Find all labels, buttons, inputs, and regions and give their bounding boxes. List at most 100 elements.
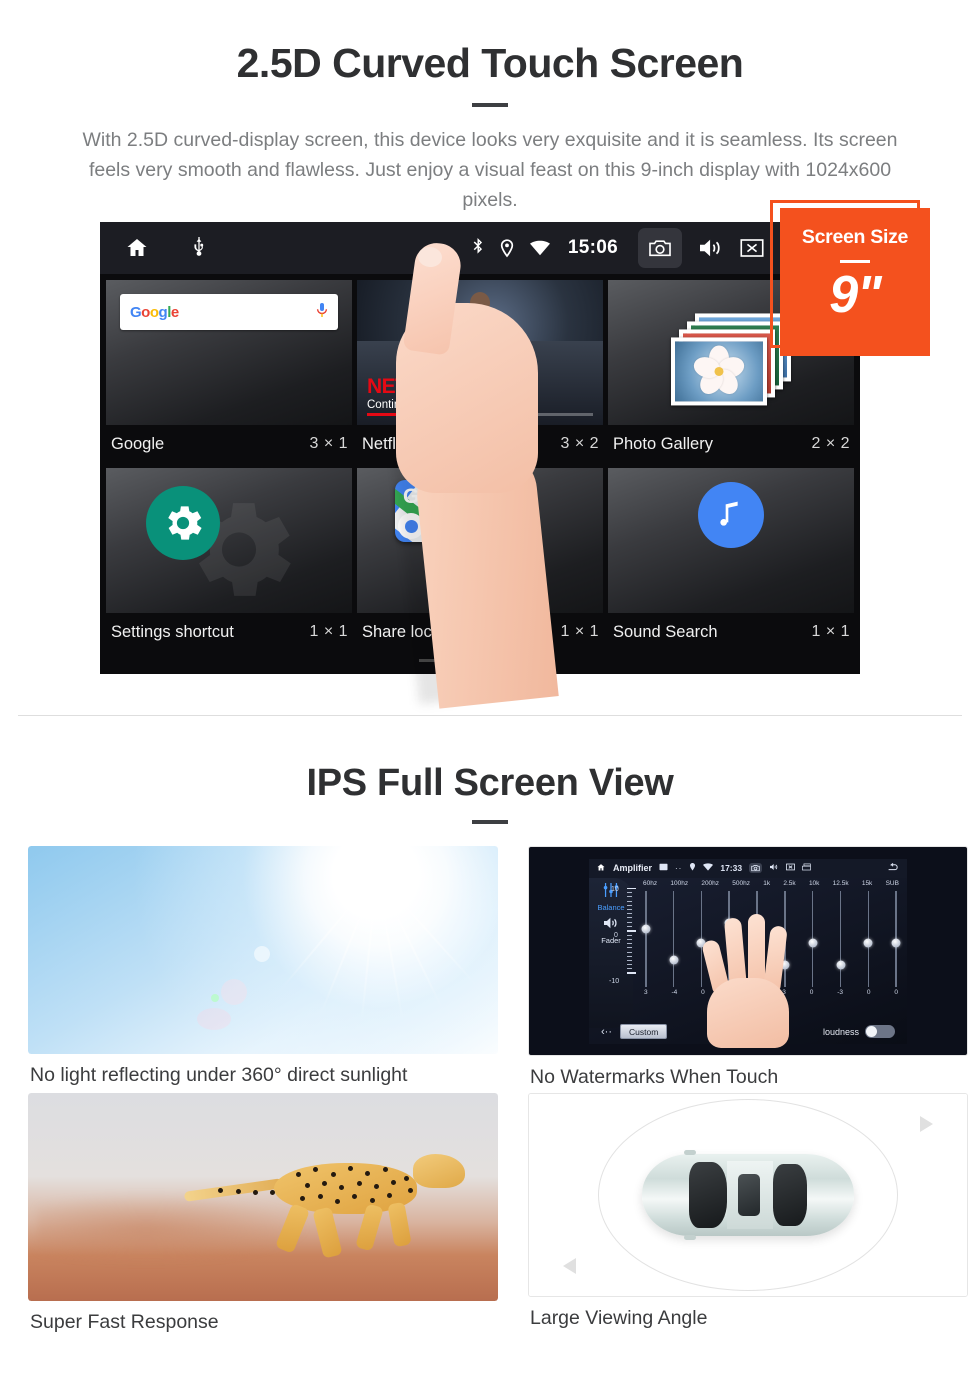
widget-caption: Sound Search 1 × 1 bbox=[608, 613, 854, 651]
close-icon[interactable] bbox=[786, 863, 795, 873]
location-icon bbox=[500, 238, 514, 258]
widget-size: 1 × 1 bbox=[309, 623, 348, 640]
hand-overlay-illustration bbox=[700, 912, 797, 1048]
share-location-widget: G bbox=[357, 468, 603, 613]
widget-caption: Google 3 × 1 bbox=[106, 425, 352, 463]
eq-slider[interactable] bbox=[891, 890, 901, 987]
device-screen-mockup: 15:06 Google Google 3 × 1 NETFLIX Contin… bbox=[100, 222, 860, 674]
widget-size: 3 × 2 bbox=[560, 435, 599, 452]
eq-value: 0 bbox=[866, 988, 871, 996]
eq-value: 3 bbox=[644, 988, 648, 996]
close-icon[interactable] bbox=[740, 238, 764, 258]
eq-slider[interactable] bbox=[808, 890, 818, 987]
loudness-toggle[interactable] bbox=[865, 1025, 895, 1038]
netflix-widget: NETFLIX Continue Marvel's Daredevil bbox=[357, 280, 603, 425]
wifi-icon bbox=[703, 863, 714, 873]
rotation-arrow-right-icon bbox=[920, 1116, 933, 1132]
widget-name: Sound Search bbox=[613, 622, 718, 641]
widget-caption: Settings shortcut 1 × 1 bbox=[106, 613, 352, 651]
more-icon: ·· bbox=[675, 863, 683, 873]
camera-icon[interactable] bbox=[749, 863, 763, 873]
card-image-frame bbox=[28, 1093, 498, 1301]
page-title: 2.5D Curved Touch Screen bbox=[236, 40, 744, 86]
widget-size: 2 × 2 bbox=[811, 435, 850, 452]
curved-screen-section: 2.5D Curved Touch Screen With 2.5D curve… bbox=[0, 0, 980, 716]
eq-value: 0 bbox=[809, 988, 814, 996]
gallery-icon bbox=[659, 863, 668, 873]
microphone-icon[interactable] bbox=[316, 302, 328, 323]
rotation-arrow-left-icon bbox=[563, 1258, 576, 1274]
volume-icon[interactable] bbox=[698, 237, 724, 259]
eq-slider[interactable] bbox=[669, 890, 679, 987]
loudness-control[interactable]: loudness bbox=[823, 1025, 895, 1038]
status-clock: 15:06 bbox=[567, 237, 618, 258]
netflix-caption: Continue Marvel's Daredevil bbox=[367, 399, 511, 411]
wifi-icon bbox=[529, 240, 550, 256]
page-dot[interactable] bbox=[419, 659, 453, 662]
screen-size-badge: Screen Size 9" bbox=[780, 208, 930, 356]
google-search-widget: Google bbox=[106, 280, 352, 425]
recents-icon[interactable] bbox=[802, 863, 811, 873]
eq-scale-mid: 0 bbox=[614, 931, 618, 939]
google-search-bar[interactable]: Google bbox=[120, 294, 338, 330]
blossom-photo bbox=[671, 336, 767, 405]
eq-status-bar: Amplifier ·· 17:33 bbox=[589, 858, 907, 878]
prev-preset-icon[interactable]: ‹·· bbox=[601, 1026, 612, 1038]
widget-size: 3 × 1 bbox=[309, 435, 348, 452]
eq-scale-top: 10 bbox=[611, 885, 619, 893]
card-no-watermarks[interactable]: Amplifier ·· 17:33 Balance Fader 10 0 -1… bbox=[528, 846, 968, 1089]
card-label: Large Viewing Angle bbox=[530, 1307, 708, 1329]
eq-band-label: 500hz bbox=[732, 879, 751, 887]
car-top-view-illustration bbox=[529, 1094, 967, 1296]
widget-caption: Share location 1 × 1 bbox=[357, 613, 603, 651]
card-fast-response[interactable]: Super Fast Response bbox=[28, 1093, 498, 1334]
home-icon[interactable] bbox=[596, 863, 606, 874]
eq-slider[interactable] bbox=[836, 890, 846, 987]
cheetah-figure bbox=[183, 1147, 465, 1259]
eq-band-label: 15k bbox=[861, 879, 873, 887]
eq-band-label: SUB bbox=[885, 879, 899, 887]
home-icon[interactable] bbox=[124, 236, 150, 260]
feature-cards: No light reflecting under 360° direct su… bbox=[0, 824, 980, 1338]
title-underline bbox=[472, 103, 508, 107]
widget-name: Netflix bbox=[362, 434, 408, 453]
section2-title: IPS Full Screen View bbox=[306, 762, 674, 804]
card-image-frame bbox=[28, 846, 498, 1054]
eq-band-label: 100hz bbox=[670, 879, 689, 887]
sound-search-widget bbox=[608, 468, 854, 613]
widget-settings-shortcut[interactable]: Settings shortcut 1 × 1 bbox=[106, 468, 352, 652]
camera-icon[interactable] bbox=[638, 228, 682, 268]
volume-icon[interactable] bbox=[769, 863, 779, 873]
google-maps-icon: G bbox=[395, 480, 457, 542]
page-dot-active[interactable] bbox=[507, 659, 541, 662]
widget-share-location[interactable]: G Share location 1 × 1 bbox=[357, 468, 603, 652]
progress-bar bbox=[367, 413, 593, 416]
widget-netflix[interactable]: NETFLIX Continue Marvel's Daredevil Netf… bbox=[357, 280, 603, 464]
eq-value: 0 bbox=[894, 988, 898, 996]
card-viewing-angle[interactable]: Large Viewing Angle bbox=[528, 1093, 968, 1334]
eq-slider[interactable] bbox=[641, 890, 651, 987]
widget-caption: Netflix 3 × 2 bbox=[357, 425, 603, 463]
widget-sound-search[interactable]: Sound Search 1 × 1 bbox=[608, 468, 854, 652]
preset-button[interactable]: Custom bbox=[620, 1024, 668, 1039]
page-indicator[interactable] bbox=[100, 659, 860, 662]
page-dot[interactable] bbox=[463, 659, 497, 662]
ips-section: IPS Full Screen View No light reflecting… bbox=[0, 716, 980, 1338]
widget-name: Settings shortcut bbox=[111, 622, 234, 641]
eq-slider[interactable] bbox=[863, 890, 873, 987]
eq-scale-bottom: -10 bbox=[609, 977, 620, 985]
bluetooth-icon bbox=[471, 238, 484, 258]
widget-size: 1 × 1 bbox=[811, 623, 850, 640]
card-image-frame bbox=[528, 1093, 968, 1297]
eq-value: -3 bbox=[837, 988, 843, 996]
card-image-frame: Amplifier ·· 17:33 Balance Fader 10 0 -1… bbox=[528, 846, 968, 1056]
back-icon[interactable] bbox=[887, 862, 900, 873]
usb-icon bbox=[192, 237, 206, 259]
eq-app-title: Amplifier bbox=[613, 863, 653, 873]
widget-caption: Photo Gallery 2 × 2 bbox=[608, 425, 854, 463]
card-sunlight[interactable]: No light reflecting under 360° direct su… bbox=[28, 846, 498, 1089]
play-icon[interactable] bbox=[458, 324, 502, 369]
eq-band-label: 200hz bbox=[701, 879, 720, 887]
widget-name: Photo Gallery bbox=[613, 434, 713, 453]
widget-google[interactable]: Google Google 3 × 1 bbox=[106, 280, 352, 464]
